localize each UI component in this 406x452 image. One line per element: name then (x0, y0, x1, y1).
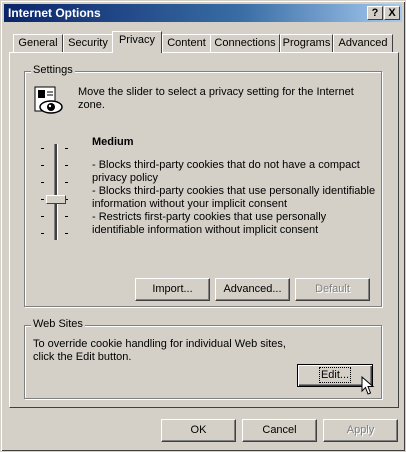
help-button[interactable]: ? (367, 6, 383, 20)
privacy-bullet-1: - Blocks third-party cookies that do not… (92, 159, 360, 184)
privacy-bullet-3: - Restricts first-party cookies that use… (92, 211, 327, 236)
advanced-button[interactable]: Advanced... (215, 278, 290, 301)
settings-group-label: Settings (31, 64, 75, 76)
tab-security[interactable]: Security (63, 34, 113, 52)
title-bar[interactable]: Internet Options ? X (4, 4, 402, 22)
privacy-slider[interactable] (41, 144, 71, 240)
tab-advanced[interactable]: Advanced (333, 34, 393, 52)
web-sites-group: Web Sites To override cookie handling fo… (24, 318, 382, 399)
internet-options-dialog: Internet Options ? X General Security Pr… (0, 0, 406, 452)
tab-privacy[interactable]: Privacy (112, 31, 162, 53)
edit-button-label: Edit... (318, 367, 352, 383)
privacy-level-title: Medium (92, 136, 134, 148)
tab-content[interactable]: Content (162, 34, 211, 52)
settings-description: Move the slider to select a privacy sett… (78, 86, 354, 111)
window-title: Internet Options (8, 6, 101, 20)
slider-thumb[interactable] (46, 195, 66, 204)
close-button[interactable]: X (384, 6, 400, 20)
privacy-icon (33, 86, 65, 116)
import-button[interactable]: Import... (135, 278, 210, 301)
ok-button[interactable]: OK (161, 419, 236, 442)
apply-button[interactable]: Apply (323, 419, 398, 442)
web-sites-group-label: Web Sites (31, 318, 85, 330)
default-button[interactable]: Default (295, 278, 370, 301)
tab-connections[interactable]: Connections (210, 34, 280, 52)
privacy-bullet-2: - Blocks third-party cookies that use pe… (92, 185, 376, 210)
tab-general[interactable]: General (13, 34, 63, 52)
cancel-button[interactable]: Cancel (242, 419, 317, 442)
settings-group: Settings Move the slider to select a pri… (24, 64, 382, 307)
mouse-cursor-icon (361, 375, 375, 396)
web-sites-description: To override cookie handling for individu… (33, 338, 286, 363)
privacy-tab-panel: Settings Move the slider to select a pri… (9, 52, 399, 408)
tab-programs[interactable]: Programs (280, 34, 333, 52)
